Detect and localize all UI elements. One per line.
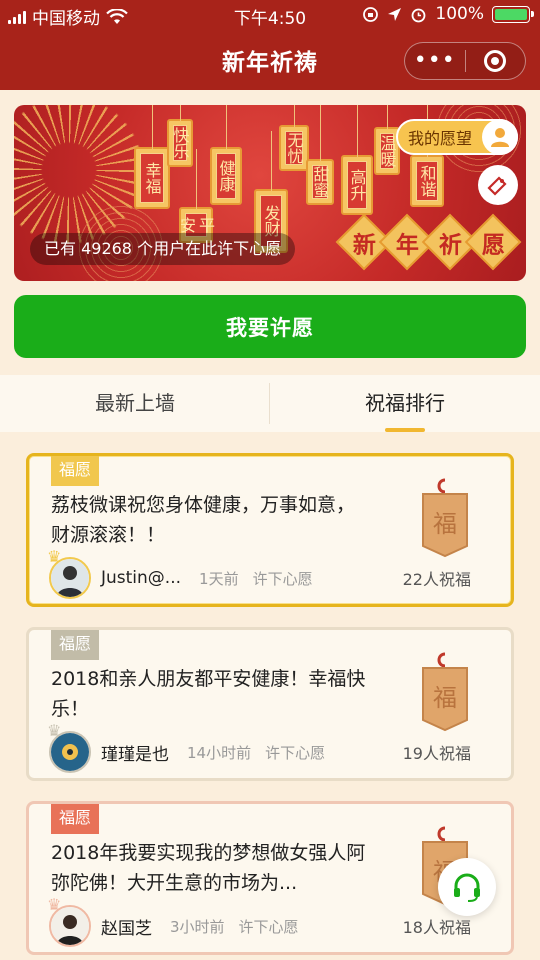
status-bar: 中国移动 下午4:50 100%	[0, 0, 540, 30]
orientation-lock-icon	[363, 6, 379, 22]
wish-user-count: 已有 49268 个用户在此许下心愿	[30, 233, 296, 265]
tab-ranking[interactable]: 祝福排行	[270, 375, 540, 432]
plaque-char: 福	[433, 510, 457, 538]
blessing-plaque-icon[interactable]: 福	[417, 478, 473, 558]
more-dots-icon[interactable]: •••	[405, 50, 465, 72]
alarm-icon	[411, 8, 426, 22]
wish-time: 14小时前	[187, 743, 252, 762]
tab-latest[interactable]: 最新上墙	[0, 375, 270, 432]
blessing-count: 22人祝福	[402, 570, 471, 589]
tab-bar: 最新上墙 祝福排行	[0, 375, 540, 432]
banner-tag: 健康	[210, 105, 242, 205]
user-name: 瑾瑾是也	[101, 744, 169, 765]
wish-time: 3小时前	[170, 917, 225, 936]
mini-program-capsule: •••	[404, 42, 526, 80]
avatar[interactable]	[49, 905, 91, 947]
wish-action: 许下心愿	[265, 743, 326, 762]
battery-icon	[492, 5, 534, 23]
my-wish-button[interactable]: 我的愿望	[396, 119, 518, 155]
wish-action: 许下心愿	[252, 569, 313, 588]
banner-tag: 快乐	[167, 105, 193, 167]
user-icon	[482, 119, 518, 155]
wish-text: 2018和亲人朋友都平安健康！幸福快乐！	[51, 668, 366, 720]
headline-char: 愿	[481, 232, 505, 258]
close-button[interactable]	[465, 50, 525, 72]
make-wish-button[interactable]: 我要许愿	[14, 295, 526, 358]
user-name: 赵国芝	[101, 918, 152, 939]
plaque-char: 福	[433, 684, 457, 712]
ticket-icon[interactable]	[478, 165, 518, 205]
my-wish-label: 我的愿望	[408, 129, 473, 148]
blessing-plaque-icon[interactable]: 福	[417, 652, 473, 732]
battery-percent: 100%	[435, 4, 484, 24]
banner-headline: 新 年 祈 愿	[335, 213, 522, 271]
customer-service-button[interactable]	[438, 858, 496, 916]
avatar[interactable]	[49, 731, 91, 773]
wish-action: 许下心愿	[238, 917, 299, 936]
wish-label: 福愿	[51, 804, 99, 834]
blessing-count: 18人祝福	[402, 918, 471, 937]
nav-bar: 新年祈祷 •••	[0, 30, 540, 90]
banner-tag: 幸福	[134, 105, 170, 209]
headline-char: 年	[395, 232, 419, 258]
wish-card[interactable]: 福愿 2018和亲人朋友都平安健康！幸福快乐！ ♛ 瑾瑾是也 14小时前 许下心…	[26, 627, 514, 781]
wish-text: 荔枝微课祝您身体健康，万事如意，财源滚滚！！	[51, 494, 356, 546]
banner-tag: 甜蜜	[306, 105, 334, 205]
wish-label: 福愿	[51, 456, 99, 486]
headline-char: 祈	[438, 232, 462, 258]
new-year-banner: 幸福 快乐 平安 健康 发财 无忧 甜蜜 高升 温暖 和谐 新 年 祈 愿 已有…	[14, 105, 526, 281]
wish-card[interactable]: 福愿 荔枝微课祝您身体健康，万事如意，财源滚滚！！ ♛ Justin@... 1…	[26, 453, 514, 607]
headset-icon	[454, 873, 480, 902]
wish-label: 福愿	[51, 630, 99, 660]
banner-tag: 和谐	[410, 105, 444, 207]
location-icon	[388, 7, 402, 21]
avatar[interactable]	[49, 557, 91, 599]
blessing-count: 19人祝福	[402, 744, 471, 763]
banner-tag: 无忧	[279, 105, 309, 171]
headline-char: 新	[352, 232, 376, 258]
banner-tag: 高升	[341, 105, 373, 215]
target-close-icon	[484, 50, 507, 72]
user-name: Justin@...	[101, 568, 182, 588]
wish-time: 1天前	[199, 569, 239, 588]
wish-text: 2018年我要实现我的梦想做女强人阿弥陀佛！大开生意的市场为...	[51, 842, 366, 894]
